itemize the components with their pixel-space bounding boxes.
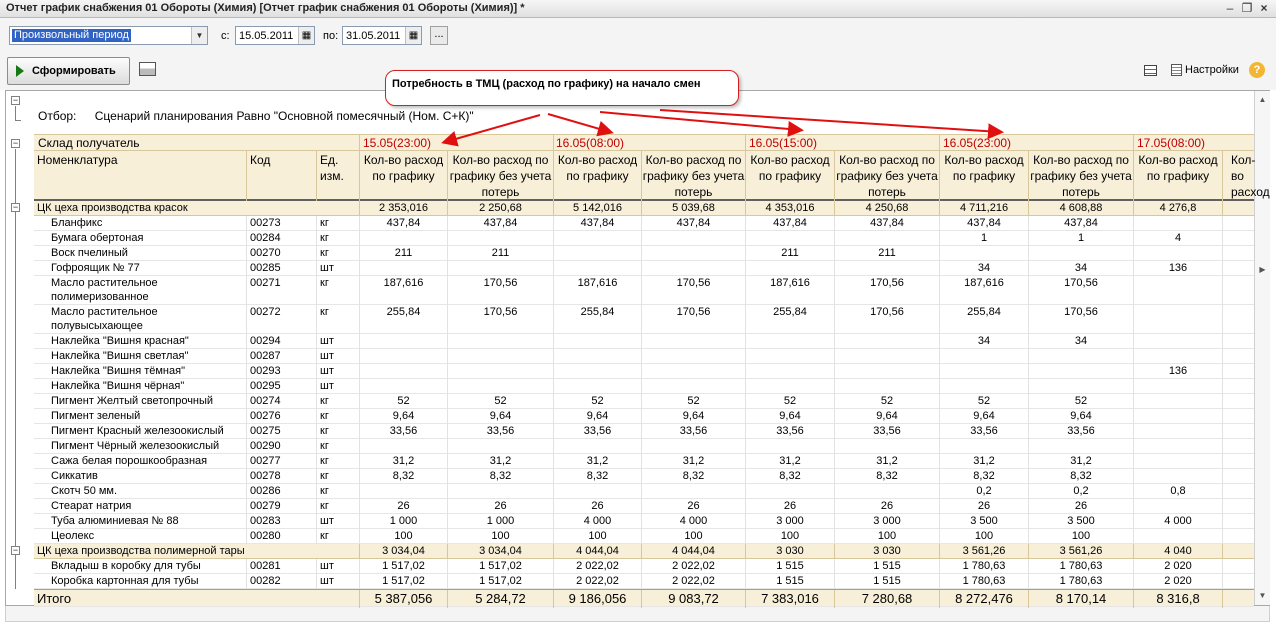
arrow-line	[547, 113, 614, 137]
callout-arrows	[441, 109, 1004, 147]
arrow-line	[441, 114, 541, 147]
arrow-line	[599, 111, 804, 137]
